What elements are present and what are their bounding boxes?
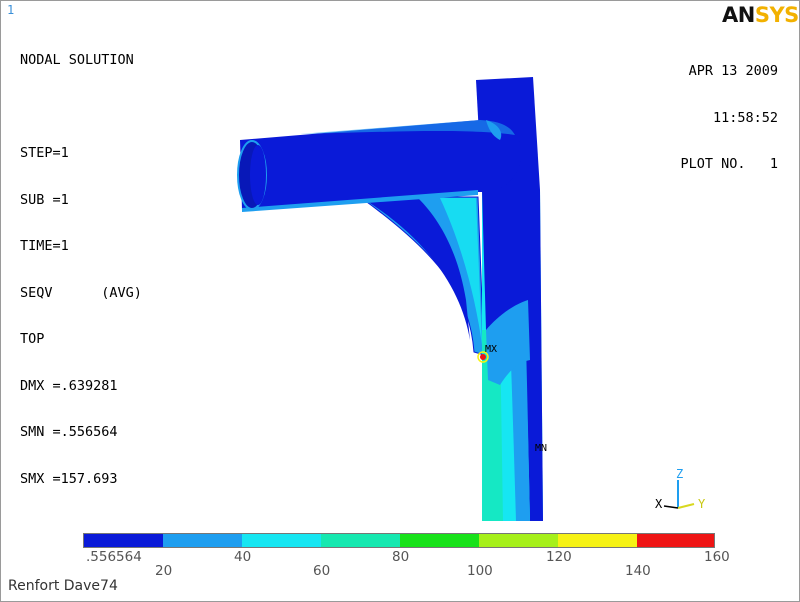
- legend-label-7: 140: [625, 563, 651, 579]
- plot-title: Renfort Dave74: [8, 578, 118, 594]
- legend-label-8: 160: [704, 549, 730, 565]
- triad-y-axis: [677, 503, 695, 509]
- legend-swatch-0: [84, 534, 163, 547]
- fea-model-view[interactable]: [0, 0, 800, 602]
- legend-swatch-2: [242, 534, 321, 547]
- triad-x-label: X: [655, 497, 663, 511]
- triad-y-label: Y: [698, 497, 706, 511]
- tube-end-inner: [250, 145, 266, 205]
- horizontal-tube: [240, 120, 522, 210]
- legend-swatch-6: [558, 534, 637, 547]
- legend-label-4: 80: [392, 549, 410, 565]
- max-marker: MX: [485, 344, 498, 355]
- legend-swatch-1: [163, 534, 242, 547]
- min-marker: MN: [535, 443, 548, 454]
- legend-swatch-7: [637, 534, 714, 547]
- legend-label-5: 100: [467, 563, 493, 579]
- legend-label-2: 40: [234, 549, 252, 565]
- legend-label-0: .556564: [86, 549, 142, 565]
- legend-swatch-5: [479, 534, 558, 547]
- legend-swatch-4: [400, 534, 479, 547]
- triad-x-axis: [663, 505, 679, 509]
- legend-label-6: 120: [546, 549, 572, 565]
- legend-swatch-3: [321, 534, 400, 547]
- legend-label-1: 20: [155, 563, 173, 579]
- contour-legend-bar: [83, 533, 715, 548]
- triad-z-label: Z: [676, 467, 684, 481]
- legend-label-3: 60: [313, 563, 331, 579]
